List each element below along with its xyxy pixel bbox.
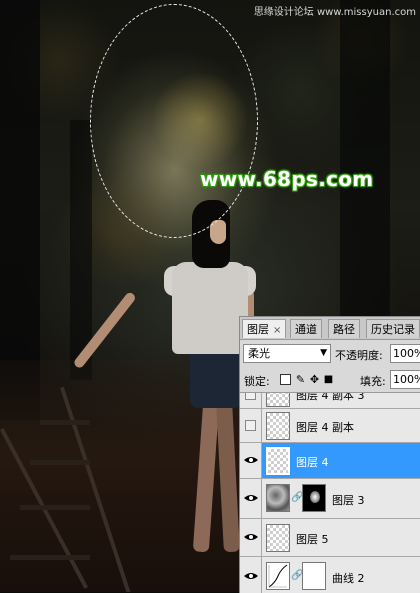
lock-row: 锁定: ✎ ✥ ■ 填充: 100%	[240, 368, 420, 393]
tab-channels[interactable]: 通道	[290, 319, 322, 338]
elliptical-selection-marquee[interactable]	[90, 4, 258, 238]
blend-mode-value: 柔光	[248, 347, 270, 360]
layer-thumbnail	[266, 524, 290, 552]
dropdown-arrow-icon: ▼	[320, 348, 327, 358]
layer-row-layer5[interactable]: 图层 5	[240, 519, 420, 557]
layers-panel: 图层 × 通道 路径 历史记录 柔光 ▼ 不透明度: 100% 锁定: ✎ ✥ ■…	[239, 316, 420, 593]
visibility-toggle[interactable]	[240, 557, 262, 593]
layer-name: 图层 5	[296, 533, 329, 546]
visibility-off-icon[interactable]	[245, 420, 256, 431]
opacity-label: 不透明度:	[335, 349, 383, 362]
tab-layers[interactable]: 图层 ×	[242, 319, 287, 338]
layer-row-curves2[interactable]: 🔗 曲线 2	[240, 557, 420, 593]
visibility-toggle[interactable]	[240, 409, 262, 442]
lock-transparent-pixels-icon[interactable]	[280, 374, 291, 385]
curves-adjustment-icon	[266, 562, 290, 590]
site-credit: 思缘设计论坛 www.missyuan.com	[253, 7, 416, 18]
tab-paths-label: 路径	[333, 323, 355, 336]
layer-row-layer4-copy[interactable]: 图层 4 副本	[240, 409, 420, 443]
tab-channels-label: 通道	[295, 323, 317, 336]
layer-name: 图层 4 副本	[296, 421, 354, 434]
eye-icon[interactable]	[244, 572, 258, 580]
rail-tie	[10, 555, 90, 560]
watermark-site: www.68ps.com	[200, 167, 374, 191]
layer-row-layer4[interactable]: 图层 4	[240, 443, 420, 479]
visibility-toggle[interactable]	[240, 393, 262, 408]
fill-input[interactable]: 100%	[390, 370, 420, 389]
blend-mode-select[interactable]: 柔光 ▼	[243, 344, 331, 363]
panel-tabs: 图层 × 通道 路径 历史记录	[240, 317, 420, 340]
layer-thumbnail	[266, 393, 290, 407]
visibility-toggle[interactable]	[240, 479, 262, 518]
lock-label: 锁定:	[244, 375, 270, 388]
lock-position-icon[interactable]: ✥	[308, 373, 321, 386]
layer-mask-thumbnail[interactable]	[302, 484, 326, 512]
woman-shorts	[190, 350, 242, 408]
blend-row: 柔光 ▼ 不透明度: 100%	[240, 342, 420, 366]
layer-name: 图层 4 副本 3	[296, 393, 365, 402]
layer-name: 图层 3	[332, 494, 365, 507]
eye-icon[interactable]	[244, 456, 258, 464]
lock-image-pixels-icon[interactable]: ✎	[294, 373, 307, 386]
layer-name: 曲线 2	[332, 572, 365, 585]
fill-label: 填充:	[360, 375, 386, 388]
layer-thumbnail	[266, 484, 290, 512]
layer-name: 图层 4	[296, 456, 329, 469]
layer-thumbnail	[266, 447, 290, 475]
layer-thumbnail	[266, 412, 290, 440]
tab-layers-label: 图层	[247, 323, 269, 336]
visibility-toggle[interactable]	[240, 519, 262, 556]
eye-icon[interactable]	[244, 494, 258, 502]
tab-paths[interactable]: 路径	[328, 319, 360, 338]
opacity-input[interactable]: 100%	[390, 344, 420, 363]
layer-row-layer4-copy3[interactable]: 图层 4 副本 3	[240, 393, 420, 409]
rail-tie	[30, 460, 90, 465]
layer-row-layer3[interactable]: 🔗 图层 3	[240, 479, 420, 519]
tab-history-label: 历史记录	[371, 323, 415, 336]
layer-mask-thumbnail[interactable]	[302, 562, 326, 590]
lock-all-icon[interactable]: ■	[322, 373, 335, 386]
eye-icon[interactable]	[244, 533, 258, 541]
rail-tie	[20, 505, 90, 510]
visibility-off-icon[interactable]	[245, 393, 256, 400]
visibility-toggle[interactable]	[240, 443, 262, 478]
curves-graph-icon	[268, 564, 288, 588]
layer-list: 图层 4 副本 3 图层 4 副本 图层 4 🔗 图层 3 图层 5 🔗 曲线 …	[240, 393, 420, 593]
woman-shirt	[172, 262, 248, 354]
tree-trunk-left	[0, 0, 40, 420]
tab-history[interactable]: 历史记录	[366, 319, 420, 338]
close-icon[interactable]: ×	[273, 325, 281, 336]
rail-tie	[40, 420, 90, 425]
